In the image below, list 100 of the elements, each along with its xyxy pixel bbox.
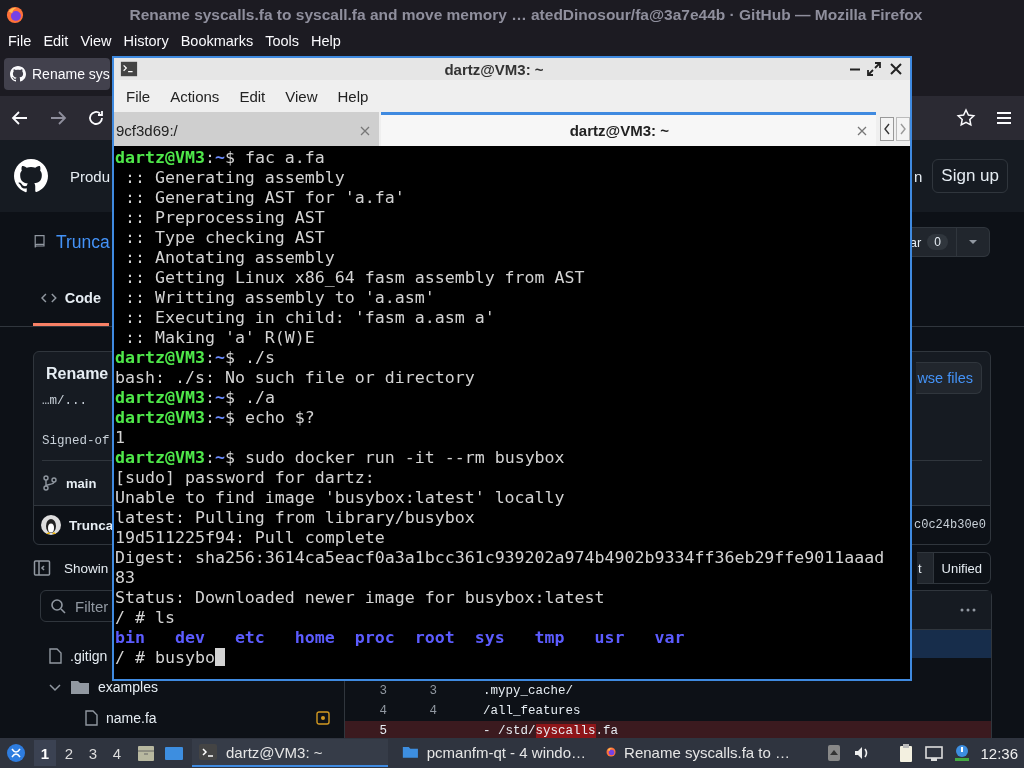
close-icon <box>358 124 371 137</box>
maximize-icon <box>866 61 882 77</box>
taskbar-button[interactable]: Rename syscalls.fa to … <box>600 739 796 767</box>
terminal-line: :: Generating AST for 'a.fa' <box>124 188 405 208</box>
workspace-button[interactable]: 1 <box>34 740 56 766</box>
terminal-line: dartz@VM3:~$ ./s <box>115 348 275 368</box>
terminal-line: latest: Pulling from library/busybox <box>115 508 475 528</box>
terminal-line: Digest: sha256:3614ca5eacf0a3a1bcc361c939202a974b4902b9334ff36eb29ffe9011aaad <box>115 548 885 568</box>
minimize-icon <box>850 67 860 71</box>
menu-item[interactable]: View <box>74 33 118 49</box>
terminal-line: [sudo] password for dartz: <box>115 468 375 488</box>
menu-item[interactable]: File <box>2 33 38 49</box>
file-cabinet-icon <box>136 743 156 763</box>
terminal-line: Unable to find image 'busybox:latest' locally <box>115 488 565 508</box>
terminal-line: dartz@VM3:~$ echo $? <box>115 408 315 428</box>
terminal-line: :: Anotating assembly <box>124 248 335 268</box>
signed-off-line: Signed-of <box>42 434 110 448</box>
line-number: 3 <box>428 684 438 698</box>
terminal-line: :: Generating assembly <box>124 168 345 188</box>
scroll-left-icon <box>880 117 894 141</box>
terminal-line: :: Getting Linux x86_64 fasm assembly from AST <box>124 268 585 288</box>
sign-up-button[interactable]: Sign up <box>932 159 1008 193</box>
file-icon <box>48 647 62 664</box>
github-logo <box>14 159 48 193</box>
terminal-line: 83 <box>115 568 135 588</box>
line-number: 4 <box>378 704 388 718</box>
file-icon <box>84 709 98 726</box>
menu-item[interactable]: Edit <box>229 87 276 105</box>
commit-sha: c0c24b30e0 <box>914 518 986 532</box>
taskbar-button[interactable]: pcmanfm-qt - 4 windo… <box>396 739 592 767</box>
terminal-line: 1 <box>115 428 125 448</box>
terminal-tab[interactable]: 9cf3d69:/ <box>114 112 379 146</box>
terminal-icon <box>198 742 218 762</box>
bookmark-star-icon <box>956 108 976 128</box>
branch-name[interactable]: main <box>66 475 97 491</box>
menu-item[interactable]: History <box>117 33 175 49</box>
sidebar-toggle-icon <box>33 559 51 577</box>
terminal-line: bash: ./s: No such file or directory <box>115 368 475 388</box>
file-name[interactable]: examples <box>98 678 158 695</box>
github-icon <box>10 66 26 82</box>
browse-files-button[interactable]: wse files <box>916 362 982 394</box>
terminal-line: :: Type checking AST <box>124 228 325 248</box>
workspace-button[interactable]: 2 <box>58 740 80 766</box>
repo-name[interactable]: Trunca <box>56 231 110 253</box>
menu-item[interactable]: Edit <box>37 33 75 49</box>
taskbar-button[interactable]: dartz@VM3: ~ <box>192 739 388 767</box>
start-menu-icon <box>6 743 26 763</box>
view-toggle[interactable]: Unified <box>933 553 990 583</box>
terminal-line: dartz@VM3:~$ sudo docker run -it --rm busybox <box>115 448 565 468</box>
terminal-tab[interactable]: dartz@VM3: ~ <box>380 112 876 146</box>
menu-item[interactable]: Bookmarks <box>174 33 260 49</box>
view-toggle[interactable]: t <box>916 553 934 583</box>
terminal-title: dartz@VM3: ~ <box>443 60 545 78</box>
code-line: - /std/syscalls.fa <box>482 724 619 738</box>
avatar-icon <box>41 515 61 535</box>
reload-icon <box>86 108 106 128</box>
window-title: Rename syscalls.fa to syscall.fa and move memory … atedDinosour/fa@3a7e44b · GitHub — Mozilla Firefox <box>128 6 924 24</box>
nav-link[interactable]: Produ <box>70 167 111 185</box>
code-line: .mypy_cache/ <box>482 684 573 698</box>
terminal-line: dartz@VM3:~$ ./a <box>115 388 275 408</box>
terminal-line: :: Executing in child: 'fasm a.asm a' <box>124 308 495 328</box>
workspace-button[interactable]: 4 <box>106 740 128 766</box>
menu-item[interactable]: Actions <box>160 87 230 105</box>
workspace-button[interactable]: 3 <box>82 740 104 766</box>
author-name[interactable]: Trunca <box>69 517 114 533</box>
sign-in-link[interactable]: n <box>914 167 923 185</box>
menu-item[interactable]: Help <box>305 33 347 49</box>
close-icon <box>856 124 868 137</box>
file-name[interactable]: name.fa <box>106 709 157 726</box>
menu-item[interactable]: View <box>275 87 328 105</box>
terminal-line: Status: Downloaded newer image for busybox:latest <box>115 588 605 608</box>
menu-item[interactable]: Help <box>327 87 379 105</box>
code-line: /all_features <box>482 704 581 718</box>
network-icon <box>924 743 945 763</box>
terminal-line: / # busybo <box>115 648 225 668</box>
menu-item[interactable]: File <box>116 87 161 105</box>
terminal-line: :: Making 'a' R(W)E <box>124 328 315 348</box>
file-name[interactable]: .gitign <box>70 647 108 664</box>
repo-icon <box>32 233 48 251</box>
terminal-line: dartz@VM3:~$ fac a.fa <box>115 148 325 168</box>
close-icon <box>888 61 904 77</box>
line-number: 4 <box>428 704 438 718</box>
terminal-line: :: Writting assembly to 'a.asm' <box>124 288 435 308</box>
search-icon <box>50 598 66 614</box>
terminal-line: 19d511225f94: Pull complete <box>115 528 385 548</box>
branch-icon <box>42 475 58 491</box>
line-number: 3 <box>378 684 388 698</box>
terminal-line: :: Preprocessing AST <box>124 208 325 228</box>
commit-message: …m/... <box>42 394 87 408</box>
terminal-line: bin dev etc home proc root sys tmp usr var <box>115 628 685 648</box>
files-summary: Showin <box>64 560 109 576</box>
firefox-icon <box>6 6 24 24</box>
clock: 12:36 <box>980 744 1018 762</box>
commit-title: Rename <box>46 364 109 384</box>
code-tab[interactable]: Code <box>33 272 109 326</box>
browser-tab[interactable]: Rename sys <box>4 58 110 90</box>
filter-field[interactable]: Filter <box>40 590 113 622</box>
menu-item[interactable]: Tools <box>259 33 306 49</box>
terminal-line: / # ls <box>115 608 175 628</box>
line-number: 5 <box>378 724 388 738</box>
